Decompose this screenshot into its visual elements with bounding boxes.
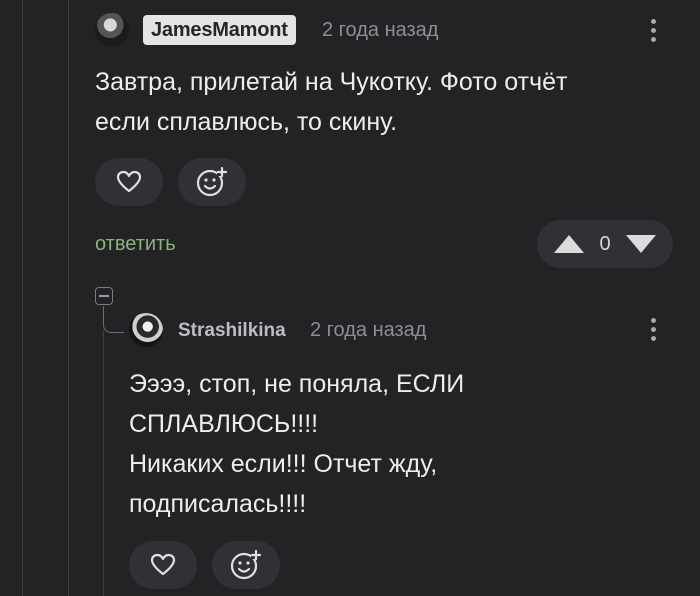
emoji-plus-icon: [230, 549, 262, 580]
comment-author[interactable]: JamesMamont: [143, 15, 296, 45]
heart-icon: [150, 553, 176, 576]
like-button[interactable]: [129, 541, 197, 589]
thread-guide-line: [68, 0, 69, 596]
rating-widget: 0: [537, 220, 673, 268]
more-vertical-icon[interactable]: [648, 318, 658, 345]
avatar[interactable]: [129, 313, 163, 347]
thread-guide-line: [22, 0, 23, 596]
comment-text: Завтра, прилетай на Чукотку. Фото отчёт …: [95, 68, 568, 136]
thread-branch-line: [103, 306, 124, 333]
comment-text: Ээээ, стоп, не поняла, ЕСЛИ СПЛАВЛЮСЬ!!!…: [129, 370, 465, 518]
reply-link[interactable]: ответить: [95, 233, 176, 256]
comment-time: 2 года назад: [322, 19, 439, 41]
heart-icon: [116, 170, 142, 193]
like-button[interactable]: [95, 158, 163, 206]
arrow-up-icon[interactable]: [553, 234, 585, 254]
add-reaction-button[interactable]: [178, 158, 246, 206]
thread-guide-line: [103, 330, 104, 596]
add-reaction-button[interactable]: [212, 541, 280, 589]
comment-time: 2 года назад: [310, 319, 427, 341]
rating-score: 0: [599, 232, 611, 255]
more-vertical-icon[interactable]: [648, 19, 658, 46]
comment-author[interactable]: Strashilkina: [178, 320, 286, 342]
arrow-down-icon[interactable]: [625, 234, 657, 254]
collapse-icon[interactable]: [95, 287, 113, 305]
emoji-plus-icon: [196, 166, 228, 197]
avatar[interactable]: [95, 13, 129, 47]
